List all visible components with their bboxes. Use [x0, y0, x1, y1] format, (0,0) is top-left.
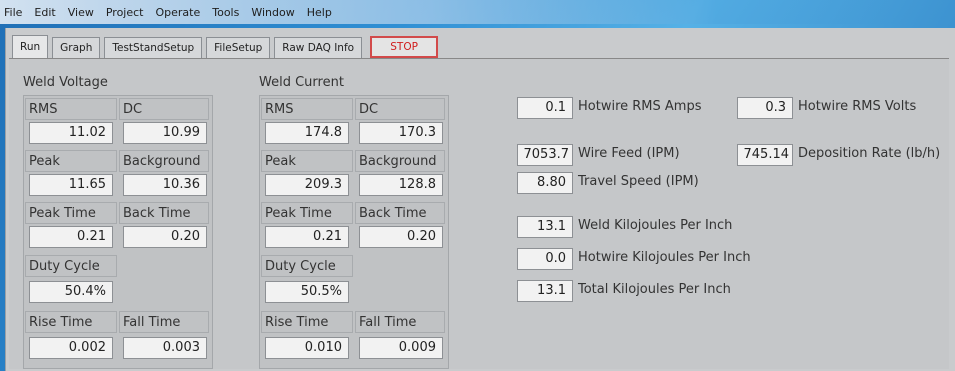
tab-teststandsetup[interactable]: TestStandSetup [104, 37, 203, 58]
deposition-rate-label: Deposition Rate (lb/h) [798, 146, 941, 161]
hotwire-rms-volts-value: 0.3 [737, 97, 793, 119]
current-dc-label: DC [355, 98, 445, 120]
voltage-rms-label: RMS [25, 98, 117, 120]
total-kj-label: Total Kilojoules Per Inch [578, 282, 731, 297]
tab-filesetup[interactable]: FileSetup [206, 37, 271, 58]
current-background-value: 128.8 [359, 174, 443, 196]
current-rise-time-label: Rise Time [261, 311, 353, 333]
current-peak-label: Peak [261, 150, 353, 172]
voltage-fall-time-label: Fall Time [119, 311, 209, 333]
menu-bar: File Edit View Project Operate Tools Win… [0, 0, 955, 24]
current-peak-value: 209.3 [265, 174, 349, 196]
weld-current-title: Weld Current [259, 75, 344, 90]
current-rms-value: 174.8 [265, 122, 349, 144]
voltage-rms-value: 11.02 [29, 122, 113, 144]
current-fall-time-label: Fall Time [355, 311, 445, 333]
stop-button[interactable]: STOP [370, 36, 439, 58]
current-peak-time-label: Peak Time [261, 202, 353, 224]
current-back-time-label: Back Time [355, 202, 445, 224]
voltage-peak-time-value: 0.21 [29, 226, 113, 248]
current-fall-time-value: 0.009 [359, 337, 443, 359]
voltage-back-time-label: Back Time [119, 202, 209, 224]
current-background-label: Background [355, 150, 445, 172]
tab-run[interactable]: Run [12, 35, 49, 58]
menu-window[interactable]: Window [251, 6, 294, 19]
voltage-rise-time-value: 0.002 [29, 337, 113, 359]
current-dc-value: 170.3 [359, 122, 443, 144]
voltage-duty-cycle-value: 50.4% [29, 281, 113, 303]
current-duty-cycle-value: 50.5% [265, 281, 349, 303]
voltage-duty-cycle-label: Duty Cycle [25, 255, 117, 277]
voltage-peak-value: 11.65 [29, 174, 113, 196]
hotwire-kj-label: Hotwire Kilojoules Per Inch [578, 250, 751, 265]
voltage-background-label: Background [119, 150, 209, 172]
voltage-back-time-value: 0.20 [123, 226, 207, 248]
tab-raw-daq-info[interactable]: Raw DAQ Info [274, 37, 363, 58]
menu-help[interactable]: Help [307, 6, 332, 19]
menu-operate[interactable]: Operate [155, 6, 200, 19]
voltage-rise-time-label: Rise Time [25, 311, 117, 333]
menu-edit[interactable]: Edit [34, 6, 55, 19]
tab-bar: Run Graph TestStandSetup FileSetup Raw D… [12, 34, 442, 58]
total-kj-value: 13.1 [517, 280, 573, 302]
menu-view[interactable]: View [68, 6, 94, 19]
voltage-dc-value: 10.99 [123, 122, 207, 144]
menu-tools[interactable]: Tools [212, 6, 239, 19]
hotwire-rms-amps-value: 0.1 [517, 97, 573, 119]
current-back-time-value: 0.20 [359, 226, 443, 248]
main-window: Run Graph TestStandSetup FileSetup Raw D… [5, 28, 955, 371]
weld-voltage-title: Weld Voltage [23, 75, 108, 90]
hotwire-rms-volts-label: Hotwire RMS Volts [798, 99, 917, 114]
tab-graph[interactable]: Graph [52, 37, 101, 58]
voltage-dc-label: DC [119, 98, 209, 120]
hotwire-rms-amps-label: Hotwire RMS Amps [578, 99, 702, 114]
weld-kj-label: Weld Kilojoules Per Inch [578, 218, 733, 233]
travel-speed-label: Travel Speed (IPM) [578, 174, 699, 189]
hotwire-kj-value: 0.0 [517, 248, 573, 270]
wire-feed-label: Wire Feed (IPM) [578, 146, 680, 161]
voltage-background-value: 10.36 [123, 174, 207, 196]
weld-kj-value: 13.1 [517, 216, 573, 238]
voltage-fall-time-value: 0.003 [123, 337, 207, 359]
voltage-peak-time-label: Peak Time [25, 202, 117, 224]
travel-speed-value: 8.80 [517, 172, 573, 194]
current-rise-time-value: 0.010 [265, 337, 349, 359]
current-duty-cycle-label: Duty Cycle [261, 255, 353, 277]
menu-project[interactable]: Project [106, 6, 144, 19]
run-panel: Weld Voltage RMS DC 11.02 10.99 Peak Bac… [9, 58, 949, 369]
current-peak-time-value: 0.21 [265, 226, 349, 248]
current-rms-label: RMS [261, 98, 353, 120]
wire-feed-value: 7053.7 [517, 144, 573, 166]
menu-file[interactable]: File [4, 6, 22, 19]
voltage-peak-label: Peak [25, 150, 117, 172]
deposition-rate-value: 745.14 [737, 144, 793, 166]
